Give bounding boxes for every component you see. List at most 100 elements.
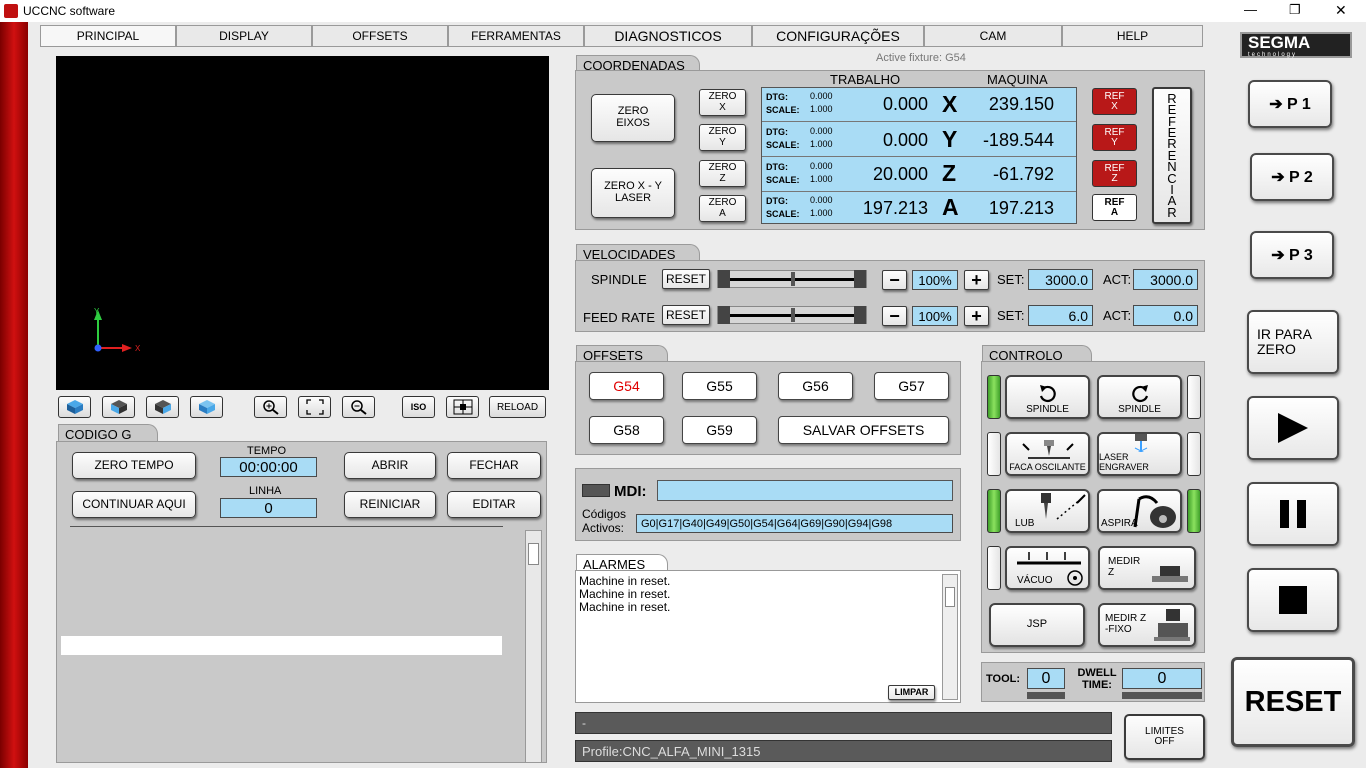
ref-y-button[interactable]: REF Y xyxy=(1092,124,1137,151)
tab-configuracoes[interactable]: CONFIGURAÇÕES xyxy=(752,25,924,46)
tab-principal[interactable]: PRINCIPAL xyxy=(40,25,176,46)
g59-button[interactable]: G59 xyxy=(682,416,757,444)
feed-slider[interactable] xyxy=(717,306,867,324)
referenciar-button[interactable]: REFERENCIAR xyxy=(1152,87,1192,224)
view-side-button[interactable] xyxy=(146,396,179,418)
spindle-minus-button[interactable]: − xyxy=(882,270,907,290)
scroll-thumb[interactable] xyxy=(528,543,539,565)
fechar-button[interactable]: FECHAR xyxy=(447,452,541,479)
faca-oscilante-button[interactable]: FACA OSCILANTE xyxy=(1005,432,1090,476)
spindle-slider[interactable] xyxy=(717,270,867,288)
slider-knob[interactable] xyxy=(791,308,795,322)
ref-x-button[interactable]: REF X xyxy=(1092,88,1137,115)
zero-y-button[interactable]: ZERO Y xyxy=(699,124,746,151)
g57-button[interactable]: G57 xyxy=(874,372,949,400)
salvar-offsets-button[interactable]: SALVAR OFFSETS xyxy=(778,416,949,444)
profile-bar: Profile:CNC_ALFA_MINI_1315 xyxy=(575,740,1112,762)
reload-button[interactable]: RELOAD xyxy=(489,396,546,418)
dro-row-a: DTG: 0.000 SCALE: 1.000 197.213 A 197.21… xyxy=(762,192,1076,226)
zero-tempo-button[interactable]: ZERO TEMPO xyxy=(72,452,196,479)
laser-engraver-button[interactable]: LASER ENGRAVER xyxy=(1097,432,1182,476)
limites-off-button[interactable]: LIMITES OFF xyxy=(1124,714,1205,760)
tab-offsets[interactable]: OFFSETS xyxy=(312,25,448,46)
zoom-out-button[interactable] xyxy=(342,396,375,418)
lub-button[interactable]: LUB xyxy=(1005,489,1090,533)
gcode-scrollbar[interactable] xyxy=(525,530,542,763)
goto-p2-button[interactable]: ➔ P 2 xyxy=(1250,153,1334,201)
mdi-input[interactable] xyxy=(657,480,953,501)
alarms-scrollbar[interactable] xyxy=(942,574,958,700)
dtg-label: DTG: xyxy=(766,127,788,137)
referenciar-label: REFERENCIAR xyxy=(1167,90,1177,220)
reiniciar-button[interactable]: REINICIAR xyxy=(344,491,436,518)
axis-x-label: X xyxy=(942,91,958,117)
tab-diagnosticos[interactable]: DIAGNOSTICOS xyxy=(584,25,752,46)
tool-value: 0 xyxy=(1027,668,1065,689)
ref-z-button[interactable]: REF Z xyxy=(1092,160,1137,187)
fixed-probe-icon xyxy=(1154,609,1190,641)
title-bar: UCCNC software — ❐ ✕ xyxy=(0,0,1366,22)
tab-ferramentas[interactable]: FERRAMENTAS xyxy=(448,25,584,46)
maximize-icon[interactable]: ❐ xyxy=(1289,2,1301,18)
minimize-icon[interactable]: — xyxy=(1244,2,1257,17)
trabalho-label: TRABALHO xyxy=(830,72,901,87)
spindle-reset-button[interactable]: RESET xyxy=(662,269,710,289)
limpar-button[interactable]: LIMPAR xyxy=(888,685,935,700)
view-iso-button[interactable]: ISO xyxy=(402,396,435,418)
g54-button[interactable]: G54 xyxy=(589,372,664,400)
feed-hold-button[interactable] xyxy=(1247,482,1339,546)
goto-p3-button[interactable]: ➔ P 3 xyxy=(1250,231,1334,279)
jsp-button[interactable]: JSP xyxy=(989,603,1085,647)
slider-knob[interactable] xyxy=(791,272,795,286)
g56-button[interactable]: G56 xyxy=(778,372,853,400)
zero-xy-laser-button[interactable]: ZERO X - Y LASER xyxy=(591,168,675,218)
medir-z-button[interactable]: MEDIR Z xyxy=(1098,546,1196,590)
stop-button[interactable] xyxy=(1247,568,1339,632)
zero-eixos-button[interactable]: ZERO EIXOS xyxy=(591,94,675,142)
reset-button[interactable]: RESET xyxy=(1231,657,1355,747)
toolpath-viewer[interactable]: Y X xyxy=(56,56,549,390)
ref-a-button[interactable]: REF A xyxy=(1092,194,1137,221)
tab-cam[interactable]: CAM xyxy=(924,25,1062,46)
vacuo-button[interactable]: VÁCUO xyxy=(1005,546,1090,590)
logo-subtext: technology xyxy=(1248,52,1298,58)
linha-value: 0 xyxy=(220,498,317,518)
spindle-cw-button[interactable]: SPINDLE xyxy=(1005,375,1090,419)
zoom-fit-button[interactable] xyxy=(298,396,331,418)
goto-p1-button[interactable]: ➔ P 1 xyxy=(1248,80,1332,128)
scroll-thumb[interactable] xyxy=(945,587,955,607)
zoom-in-button[interactable] xyxy=(254,396,287,418)
dtg-label: DTG: xyxy=(766,162,788,172)
tab-display[interactable]: DISPLAY xyxy=(176,25,312,46)
scale-label: SCALE: xyxy=(766,209,800,219)
spindle-plus-button[interactable]: + xyxy=(964,270,989,290)
spindle-ccw-button[interactable]: SPINDLE xyxy=(1097,375,1182,419)
scale-value: 1.000 xyxy=(810,139,833,149)
feed-reset-button[interactable]: RESET xyxy=(662,305,710,325)
ir-para-zero-button[interactable]: IR PARA ZERO xyxy=(1247,310,1339,374)
cycle-start-button[interactable] xyxy=(1247,396,1339,460)
feed-minus-button[interactable]: − xyxy=(882,306,907,326)
center-view-button[interactable] xyxy=(446,396,479,418)
zero-a-button[interactable]: ZERO A xyxy=(699,195,746,222)
aspira-button[interactable]: ASPIRA xyxy=(1097,489,1182,533)
alarm-line: Machine in reset. xyxy=(579,587,671,601)
work-x-value: 0.000 xyxy=(882,94,928,114)
view-top-button[interactable] xyxy=(58,396,91,418)
medir-z-fixo-button[interactable]: MEDIR Z -FIXO xyxy=(1098,603,1196,647)
view-front-button[interactable] xyxy=(102,396,135,418)
status-line: - xyxy=(575,712,1112,734)
zero-x-button[interactable]: ZERO X xyxy=(699,89,746,116)
g58-button[interactable]: G58 xyxy=(589,416,664,444)
scale-value: 1.000 xyxy=(810,208,833,218)
view-iso-cube-button[interactable] xyxy=(190,396,223,418)
zoom-out-icon xyxy=(350,400,367,415)
zero-z-button[interactable]: ZERO Z xyxy=(699,160,746,187)
close-icon[interactable]: ✕ xyxy=(1335,2,1347,19)
feed-plus-button[interactable]: + xyxy=(964,306,989,326)
tab-help[interactable]: HELP xyxy=(1062,25,1203,46)
continuar-aqui-button[interactable]: CONTINUAR AQUI xyxy=(72,491,196,518)
editar-button[interactable]: EDITAR xyxy=(447,491,541,518)
g55-button[interactable]: G55 xyxy=(682,372,757,400)
abrir-button[interactable]: ABRIR xyxy=(344,452,436,479)
